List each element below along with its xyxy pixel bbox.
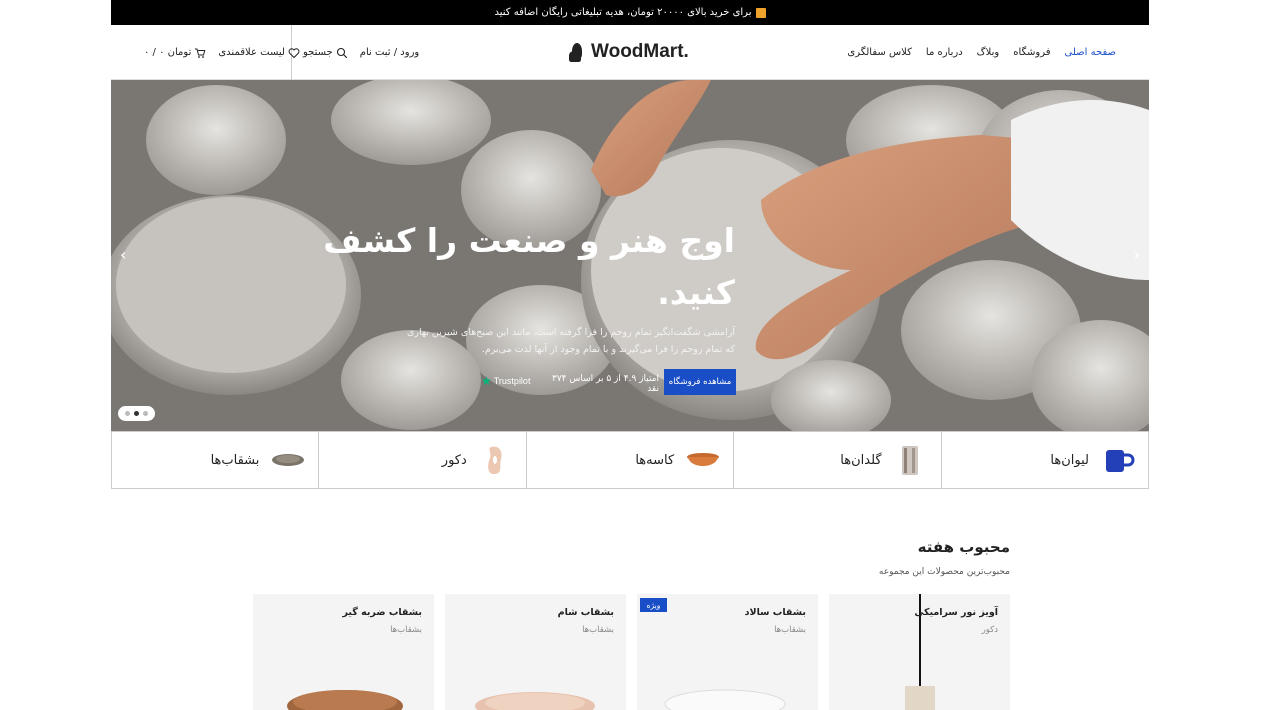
slider-next-arrow-icon[interactable]: › — [1134, 245, 1140, 264]
category-plates[interactable]: بشقاب‌ها — [112, 432, 318, 488]
product-category[interactable]: بشقاب‌ها — [774, 625, 806, 635]
promo-bar: برای خرید بالای ۲۰۰۰۰ تومان، هدیه تبلیغا… — [111, 0, 1149, 25]
product-category[interactable]: دکور — [982, 625, 998, 635]
search-label: جستجو — [303, 47, 333, 58]
category-label: بشقاب‌ها — [210, 452, 260, 468]
vase-icon — [894, 443, 928, 477]
logo-mark-icon — [569, 41, 587, 63]
cart-icon — [195, 48, 206, 58]
wishlist-button[interactable]: لیست علاقمندی — [218, 47, 300, 59]
slider-dot-active[interactable] — [134, 411, 139, 416]
slider-prev-arrow-icon[interactable]: ‹ — [120, 245, 126, 264]
section-title: محبوب هفته — [917, 538, 1010, 556]
main-nav: صفحه اصلی فروشگاه وبلاگ درباره ما کلاس س… — [833, 25, 1116, 80]
decor-icon — [479, 443, 513, 477]
wishlist-label: لیست علاقمندی — [218, 47, 285, 58]
hero-slider: اوج هنر و صنعت را کشف کنید. آرامشی شگفت‌… — [111, 80, 1149, 431]
slider-pagination — [118, 406, 155, 421]
gift-icon — [755, 7, 766, 18]
nav-shop[interactable]: فروشگاه — [1013, 47, 1050, 58]
login-label: ورود / ثبت نام — [359, 47, 420, 58]
category-decor[interactable]: دکور — [318, 432, 525, 488]
login-link[interactable]: ورود / ثبت نام — [360, 47, 420, 58]
category-label: گلدان‌ها — [840, 452, 882, 468]
logo-text: WoodMart. — [591, 41, 689, 62]
nav-about[interactable]: درباره ما — [926, 47, 963, 58]
trustpilot-label: Trustpilot — [493, 376, 531, 386]
category-bowls[interactable]: کاسه‌ها — [525, 432, 733, 488]
search-button[interactable]: جستجو — [303, 47, 348, 59]
cart-button[interactable]: ۰ / ۰ تومان — [144, 47, 206, 59]
page: برای خرید بالای ۲۰۰۰۰ تومان، هدیه تبلیغا… — [111, 0, 1149, 710]
cart-total: ۰ / ۰ تومان — [144, 47, 192, 58]
product-name[interactable]: بشقاب ضربه گیر — [342, 607, 422, 618]
hero-title: اوج هنر و صنعت را کشف کنید. — [323, 221, 735, 312]
product-grid: آویز نور سرامیکی دکور بشقاب سالاد بشقاب‌… — [251, 594, 1010, 710]
product-name[interactable]: بشقاب شام — [558, 607, 614, 618]
product-name[interactable]: بشقاب سالاد — [745, 607, 806, 618]
slider-dot[interactable] — [125, 411, 130, 416]
section-subtitle: محبوب‌ترین محصولات این مجموعه — [878, 567, 1010, 577]
category-label: لیوان‌ها — [1050, 452, 1089, 468]
view-shop-button[interactable]: مشاهده فروشگاه — [664, 369, 736, 395]
plate-icon — [271, 443, 305, 477]
featured-badge: ویژه — [640, 598, 667, 612]
site-header: صفحه اصلی فروشگاه وبلاگ درباره ما کلاس س… — [111, 25, 1149, 80]
product-category[interactable]: بشقاب‌ها — [390, 625, 422, 635]
product-card[interactable]: بشقاب شام بشقاب‌ها — [445, 594, 626, 710]
bowl-icon — [686, 443, 720, 477]
header-tools-right: جستجو ورود / ثبت نام — [303, 25, 431, 80]
product-card[interactable]: بشقاب ضربه گیر بشقاب‌ها — [253, 594, 434, 710]
product-card[interactable]: آویز نور سرامیکی دکور — [829, 594, 1010, 710]
nav-blog[interactable]: وبلاگ — [977, 47, 1000, 58]
hero-rating: امتیاز ۴.۹ از ۵ بر اساس ۳۷۴ نقد — [552, 374, 659, 394]
nav-pottery-class[interactable]: کلاس سفالگری — [847, 47, 912, 58]
trustpilot-star-icon: ★ — [481, 374, 492, 388]
slider-dot[interactable] — [143, 411, 148, 416]
mug-icon — [1101, 443, 1135, 477]
promo-text: برای خرید بالای ۲۰۰۰۰ تومان، هدیه تبلیغا… — [494, 7, 752, 18]
site-logo[interactable]: WoodMart. — [569, 39, 689, 65]
category-label: دکور — [441, 452, 467, 468]
product-card[interactable]: بشقاب سالاد بشقاب‌ها ویژه — [637, 594, 818, 710]
product-name[interactable]: آویز نور سرامیکی — [914, 607, 998, 618]
header-tools-left: ۰ / ۰ تومان لیست علاقمندی — [144, 25, 312, 80]
heart-icon — [288, 47, 300, 58]
category-bar: لیوان‌ها گلدان‌ها کاسه‌ها دکور بشقاب‌ها — [111, 431, 1149, 489]
trustpilot-badge: ★ Trustpilot — [481, 374, 530, 388]
nav-home[interactable]: صفحه اصلی — [1065, 47, 1116, 58]
category-mugs[interactable]: لیوان‌ها — [940, 432, 1148, 488]
category-label: کاسه‌ها — [635, 452, 675, 468]
hero-description: آرامشی شگفت‌انگیز تمام روحم را فرا گرفته… — [406, 327, 735, 355]
search-icon — [336, 47, 347, 58]
category-vases[interactable]: گلدان‌ها — [733, 432, 940, 488]
product-category[interactable]: بشقاب‌ها — [582, 625, 614, 635]
